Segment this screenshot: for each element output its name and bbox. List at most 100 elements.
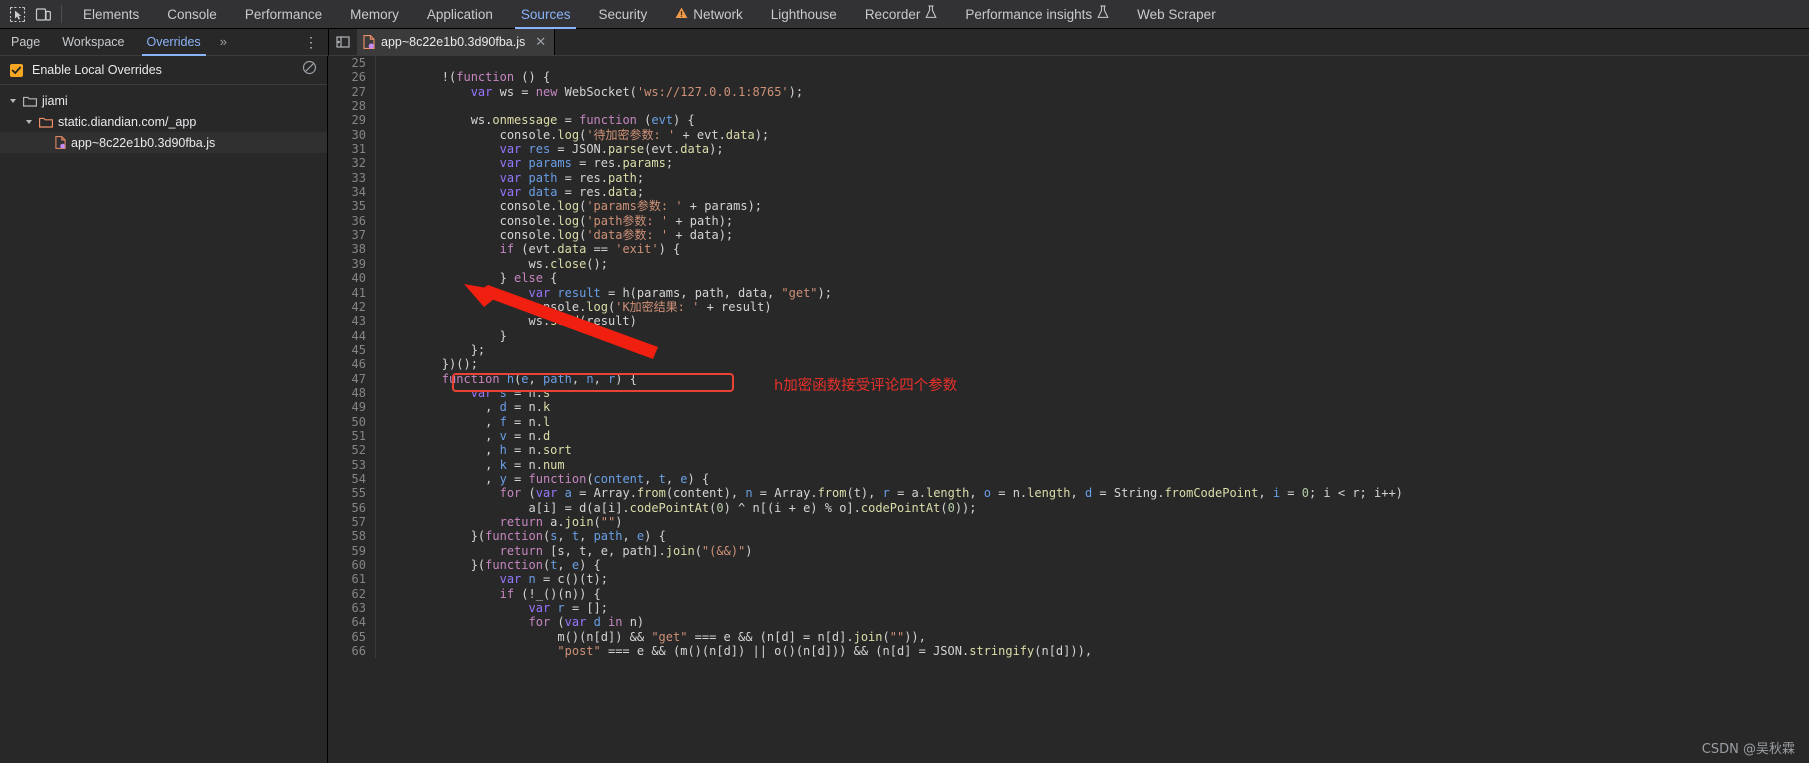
line-number[interactable]: 47 [328,371,376,386]
code-line[interactable]: 31 var res = JSON.parse(evt.data); [328,142,1809,157]
inspect-cursor-icon[interactable] [4,1,30,27]
code-line[interactable]: 62 if (!_()(n)) { [328,586,1809,602]
line-number[interactable]: 31 [328,142,376,157]
main-tab-recorder[interactable]: Recorder [851,0,952,29]
chevron-down-icon[interactable] [24,119,34,125]
code-line[interactable]: 50 , f = n.l [328,414,1809,429]
line-number[interactable]: 66 [328,644,376,659]
code-line[interactable]: 57 return a.join("") [328,515,1809,530]
line-number[interactable]: 64 [328,615,376,630]
code-line[interactable]: 63 var r = []; [328,601,1809,616]
code-line[interactable]: 45 }; [328,342,1809,358]
enable-local-overrides-row[interactable]: Enable Local Overrides [0,56,327,85]
line-number[interactable]: 56 [328,500,376,515]
code-line[interactable]: 33 var path = res.path; [328,170,1809,186]
line-number[interactable]: 54 [328,471,376,487]
code-line[interactable]: 32 var params = res.params; [328,156,1809,171]
line-number[interactable]: 26 [328,70,376,85]
code-line[interactable]: 39 ws.close(); [328,256,1809,272]
navigator-tab-overrides[interactable]: Overrides [136,29,212,56]
enable-overrides-checkbox[interactable] [10,63,23,77]
main-tab-web-scraper[interactable]: Web Scraper [1123,0,1230,29]
line-number[interactable]: 57 [328,515,376,530]
line-number[interactable]: 45 [328,342,376,358]
line-number[interactable]: 34 [328,185,376,200]
line-number[interactable]: 52 [328,443,376,458]
navigator-tab-page[interactable]: Page [0,29,51,55]
code-line[interactable]: 56 a[i] = d(a[i].codePointAt(0) ^ n[(i +… [328,500,1809,515]
code-line[interactable]: 35 console.log('params参数: ' + params); [328,199,1809,214]
line-number[interactable]: 32 [328,156,376,171]
line-number[interactable]: 61 [328,572,376,587]
code-line[interactable]: 27 var ws = new WebSocket('ws://127.0.0.… [328,84,1809,100]
code-line[interactable]: 58 }(function(s, t, path, e) { [328,529,1809,544]
code-line[interactable]: 65 m()(n[d]) && "get" === e && (n[d] = n… [328,629,1809,645]
device-toolbar-icon[interactable] [30,1,56,27]
code-line[interactable]: 43 ws.send(result) [328,314,1809,329]
main-tab-sources[interactable]: Sources [507,0,585,29]
code-line[interactable]: 61 var n = c()(t); [328,572,1809,587]
line-number[interactable]: 53 [328,457,376,472]
line-number[interactable]: 50 [328,414,376,429]
code-line[interactable]: 53 , k = n.num [328,457,1809,472]
more-navigator-tabs-button[interactable]: » [212,29,235,55]
line-number[interactable]: 62 [328,586,376,602]
navigator-tab-workspace[interactable]: Workspace [51,29,135,55]
code-line[interactable]: 28 [328,99,1809,114]
line-number[interactable]: 48 [328,385,376,401]
line-number[interactable]: 28 [328,99,376,114]
code-line[interactable]: 38 if (evt.data == 'exit') { [328,242,1809,257]
close-icon[interactable]: ✕ [535,34,546,50]
line-number[interactable]: 33 [328,170,376,186]
code-line[interactable]: 52 , h = n.sort [328,443,1809,458]
line-number[interactable]: 58 [328,529,376,544]
line-number[interactable]: 36 [328,213,376,229]
code-line[interactable]: 55 for (var a = Array.from(content), n =… [328,486,1809,501]
code-line[interactable]: 44 } [328,328,1809,343]
code-line[interactable]: 51 , v = n.d [328,428,1809,444]
line-number[interactable]: 46 [328,357,376,372]
main-tab-performance[interactable]: Performance [231,0,336,29]
main-tab-memory[interactable]: Memory [336,0,413,29]
code-line[interactable]: 59 return [s, t, e, path].join("(&&)") [328,543,1809,559]
line-number[interactable]: 39 [328,256,376,272]
main-tab-security[interactable]: Security [584,0,661,29]
show-navigator-icon[interactable] [329,35,357,49]
code-line[interactable]: 41 var result = h(params, path, data, "g… [328,285,1809,300]
code-line[interactable]: 54 , y = function(content, t, e) { [328,471,1809,487]
clear-overrides-icon[interactable] [302,60,317,80]
code-line[interactable]: 46 })(); [328,357,1809,372]
line-number[interactable]: 63 [328,601,376,616]
tree-item-folder[interactable]: static.diandian.com/_app [0,111,327,132]
code-line[interactable]: 48 var s = n.s [328,385,1809,401]
main-tab-application[interactable]: Application [413,0,507,29]
code-line[interactable]: 30 console.log('待加密参数: ' + evt.data); [328,127,1809,143]
tree-item-file[interactable]: app~8c22e1b0.3d90fba.js [0,132,327,153]
main-tab-performance-insights[interactable]: Performance insights [951,0,1123,29]
main-tab-lighthouse[interactable]: Lighthouse [757,0,851,29]
line-number[interactable]: 35 [328,199,376,214]
line-number[interactable]: 55 [328,486,376,501]
code-line[interactable]: 34 var data = res.data; [328,185,1809,200]
code-line[interactable]: 40 } else { [328,271,1809,286]
line-number[interactable]: 44 [328,328,376,343]
navigator-more-options-button[interactable]: ⋮ [304,35,318,49]
code-line[interactable]: 29 ws.onmessage = function (evt) { [328,113,1809,128]
code-line[interactable]: 47 function h(e, path, n, r) { [328,371,1809,386]
main-tab-network[interactable]: Network [661,0,757,29]
chevron-down-icon[interactable] [8,98,18,104]
tree-item-folder[interactable]: jiami [0,90,327,111]
editor-file-tab[interactable]: app~8c22e1b0.3d90fba.js ✕ [357,29,556,55]
main-tab-console[interactable]: Console [153,0,231,29]
code-line[interactable]: 64 for (var d in n) [328,615,1809,630]
line-number[interactable]: 37 [328,228,376,243]
line-number[interactable]: 41 [328,285,376,300]
line-number[interactable]: 51 [328,428,376,444]
code-line[interactable]: 66 "post" === e && (m()(n[d]) || o()(n[d… [328,644,1809,659]
line-number[interactable]: 59 [328,543,376,559]
code-line[interactable]: 60 }(function(t, e) { [328,558,1809,573]
line-number[interactable]: 29 [328,113,376,128]
line-number[interactable]: 43 [328,314,376,329]
main-tab-elements[interactable]: Elements [69,0,153,29]
line-number[interactable]: 42 [328,299,376,315]
